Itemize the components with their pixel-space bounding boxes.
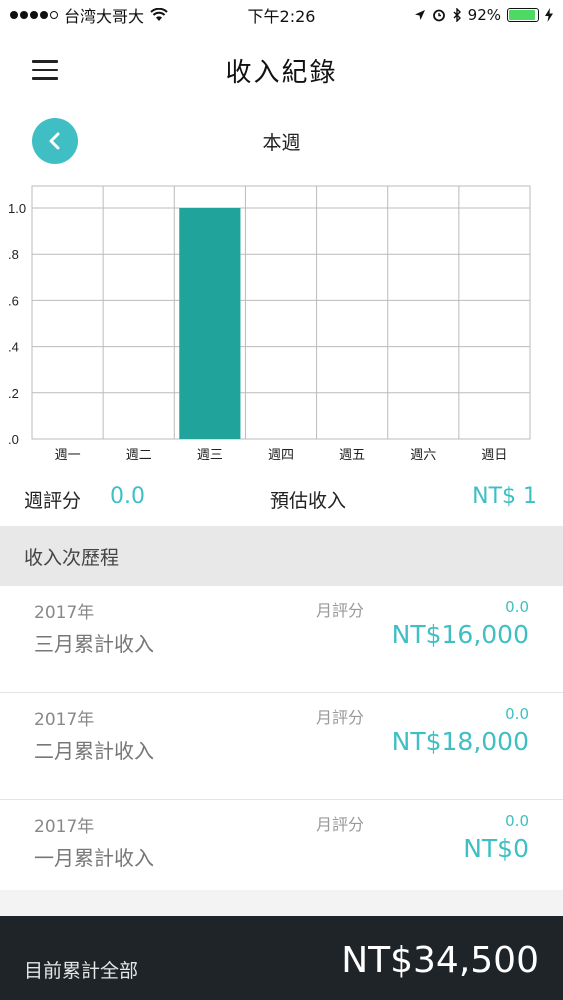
weekly-rating-label: 週評分 [24, 490, 82, 512]
monthly-rating-label: 月評分 [316, 708, 365, 727]
monthly-income-amount: NT$0 [463, 834, 529, 863]
carrier-name: 台湾大哥大 [64, 7, 145, 26]
monthly-rating-value: 0.0 [505, 705, 529, 723]
app-header: 收入紀錄 [0, 40, 563, 100]
history-item-february[interactable]: 2017年 二月累計收入 月評分 0.0 NT$18,000 [0, 693, 563, 800]
income-history-list: 2017年 三月累計收入 月評分 0.0 NT$16,000 2017年 二月累… [0, 586, 563, 907]
total-amount: NT$34,500 [341, 940, 539, 981]
weekly-rating-value: 0.0 [110, 484, 145, 509]
status-right: 92% [353, 6, 553, 24]
y-tick-label: .0 [8, 432, 19, 447]
alarm-clock-icon [432, 9, 445, 22]
week-label: 本週 [262, 132, 301, 154]
y-tick-label: .6 [8, 293, 19, 308]
monthly-rating-value: 0.0 [505, 812, 529, 830]
monthly-rating-label: 月評分 [316, 601, 365, 620]
battery-fill [509, 10, 535, 20]
income-history-header: 收入次歷程 [0, 526, 563, 586]
location-arrow-icon [414, 10, 425, 20]
history-month-label: 三月累計收入 [34, 632, 154, 656]
history-item-march[interactable]: 2017年 三月累計收入 月評分 0.0 NT$16,000 [0, 586, 563, 693]
history-year: 2017年 [34, 603, 95, 623]
total-footer: 目前累計全部 NT$34,500 [0, 916, 563, 1000]
estimated-income-value: NT$ 1 [472, 484, 537, 509]
monthly-rating-label: 月評分 [316, 815, 365, 834]
y-tick-label: .2 [8, 386, 19, 401]
history-month-label: 一月累計收入 [34, 846, 154, 870]
x-tick-label: 週三 [197, 448, 223, 463]
clock: 下午2:26 [247, 7, 316, 26]
x-tick-label: 週六 [410, 448, 436, 463]
y-tick-label: 1.0 [8, 201, 26, 216]
page-title: 收入紀錄 [225, 58, 338, 88]
bar-chart: .0 .2 .4 .6 .8 1.0 週一 週二 週三 週四 週五 週六 週日 [8, 185, 531, 463]
history-year: 2017年 [34, 817, 95, 837]
x-tick-label: 週日 [481, 448, 507, 463]
total-label: 目前累計全部 [24, 960, 139, 982]
wifi-icon [150, 8, 168, 21]
chart-bar [179, 208, 241, 439]
history-year: 2017年 [34, 710, 95, 730]
y-tick-label: .4 [8, 340, 19, 355]
bluetooth-icon [453, 8, 461, 22]
history-month-label: 二月累計收入 [34, 739, 154, 763]
monthly-income-amount: NT$18,000 [391, 727, 529, 756]
status-left: 台湾大哥大 [10, 3, 210, 27]
estimated-income-label: 預估收入 [270, 490, 347, 512]
y-tick-label: .8 [8, 247, 19, 262]
battery-icon [507, 8, 539, 22]
signal-strength-icon [10, 11, 58, 19]
list-bottom-spacer [0, 890, 563, 916]
x-tick-label: 週五 [339, 448, 365, 463]
plot-frame [31, 185, 531, 440]
x-tick-label: 週四 [268, 448, 294, 463]
monthly-income-amount: NT$16,000 [391, 620, 529, 649]
status-bar: 台湾大哥大 下午2:26 92% [0, 0, 563, 30]
battery-percent: 92% [467, 6, 501, 24]
charging-bolt-icon [545, 8, 553, 22]
x-tick-label: 週二 [126, 448, 152, 463]
x-tick-label: 週一 [55, 448, 81, 463]
income-history-title: 收入次歷程 [24, 547, 120, 569]
monthly-rating-value: 0.0 [505, 598, 529, 616]
weekly-income-chart: .0 .2 .4 .6 .8 1.0 週一 週二 週三 週四 週五 週六 週日 [0, 176, 563, 466]
weekly-summary: 週評分 0.0 預估收入 NT$ 1 [0, 480, 563, 520]
